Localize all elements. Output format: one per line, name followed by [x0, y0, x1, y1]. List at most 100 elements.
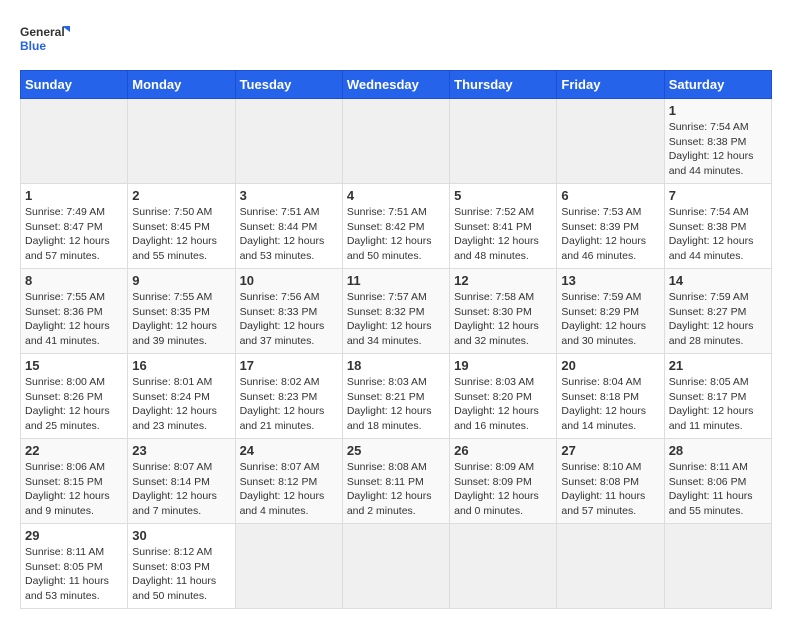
day-number: 1 [669, 103, 767, 118]
day-number: 7 [669, 188, 767, 203]
day-number: 12 [454, 273, 552, 288]
day-number: 30 [132, 528, 230, 543]
calendar-day-cell: 17Sunrise: 8:02 AMSunset: 8:23 PMDayligh… [235, 354, 342, 439]
calendar-day-cell [557, 524, 664, 609]
calendar-day-cell: 16Sunrise: 8:01 AMSunset: 8:24 PMDayligh… [128, 354, 235, 439]
day-number: 5 [454, 188, 552, 203]
day-info: Sunrise: 7:54 AMSunset: 8:38 PMDaylight:… [669, 205, 767, 264]
day-number: 26 [454, 443, 552, 458]
calendar-day-cell: 1Sunrise: 7:49 AMSunset: 8:47 PMDaylight… [21, 184, 128, 269]
calendar-day-cell: 12Sunrise: 7:58 AMSunset: 8:30 PMDayligh… [450, 269, 557, 354]
day-number: 15 [25, 358, 123, 373]
day-info: Sunrise: 7:55 AMSunset: 8:35 PMDaylight:… [132, 290, 230, 349]
calendar-day-cell: 22 Sunrise: 8:06 AMSunset: 8:15 PMDayligh… [21, 439, 128, 524]
day-number: 21 [669, 358, 767, 373]
calendar-day-cell [128, 99, 235, 184]
calendar-day-cell: 18 Sunrise: 8:03 AMSunset: 8:21 PMDayligh… [342, 354, 449, 439]
calendar-day-cell: 13 Sunrise: 7:59 AMSunset: 8:29 PMDayligh… [557, 269, 664, 354]
calendar-day-cell: 2Sunrise: 7:50 AMSunset: 8:45 PMDaylight… [128, 184, 235, 269]
calendar-day-cell: 9Sunrise: 7:55 AMSunset: 8:35 PMDaylight… [128, 269, 235, 354]
calendar-day-cell [450, 99, 557, 184]
calendar-day-cell: 7 Sunrise: 7:54 AMSunset: 8:38 PMDaylight… [664, 184, 771, 269]
calendar-day-cell: 6 Sunrise: 7:53 AMSunset: 8:39 PMDaylight… [557, 184, 664, 269]
calendar-day-cell: 3 Sunrise: 7:51 AMSunset: 8:44 PMDaylight… [235, 184, 342, 269]
day-info: Sunrise: 7:51 AMSunset: 8:42 PMDaylight:… [347, 205, 445, 264]
calendar-day-cell: 24 Sunrise: 8:07 AMSunset: 8:12 PMDayligh… [235, 439, 342, 524]
calendar-week-row: 1Sunrise: 7:49 AMSunset: 8:47 PMDaylight… [21, 184, 772, 269]
day-info: Sunrise: 7:57 AMSunset: 8:32 PMDaylight:… [347, 290, 445, 349]
day-info: Sunrise: 8:05 AMSunset: 8:17 PMDaylight:… [669, 375, 767, 434]
page-header: General Blue [20, 20, 772, 60]
svg-text:Blue: Blue [20, 39, 46, 53]
calendar-day-cell: 28Sunrise: 8:11 AMSunset: 8:06 PMDayligh… [664, 439, 771, 524]
day-info: Sunrise: 7:54 AMSunset: 8:38 PMDaylight:… [669, 120, 767, 179]
weekday-header: Tuesday [235, 71, 342, 99]
day-number: 23 [132, 443, 230, 458]
day-number: 19 [454, 358, 552, 373]
day-number: 4 [347, 188, 445, 203]
day-number: 27 [561, 443, 659, 458]
day-number: 18 [347, 358, 445, 373]
day-number: 8 [25, 273, 123, 288]
calendar-day-cell: 21 Sunrise: 8:05 AMSunset: 8:17 PMDayligh… [664, 354, 771, 439]
calendar-day-cell: 5 Sunrise: 7:52 AMSunset: 8:41 PMDaylight… [450, 184, 557, 269]
day-number: 25 [347, 443, 445, 458]
day-info: Sunrise: 8:12 AMSunset: 8:03 PMDaylight:… [132, 545, 230, 604]
day-info: Sunrise: 7:53 AMSunset: 8:39 PMDaylight:… [561, 205, 659, 264]
day-info: Sunrise: 8:03 AMSunset: 8:20 PMDaylight:… [454, 375, 552, 434]
day-info: Sunrise: 7:49 AMSunset: 8:47 PMDaylight:… [25, 205, 123, 264]
calendar-week-row: 1 Sunrise: 7:54 AMSunset: 8:38 PMDaylight… [21, 99, 772, 184]
day-number: 22 [25, 443, 123, 458]
day-number: 13 [561, 273, 659, 288]
day-number: 6 [561, 188, 659, 203]
calendar-day-cell: 10Sunrise: 7:56 AMSunset: 8:33 PMDayligh… [235, 269, 342, 354]
weekday-header: Wednesday [342, 71, 449, 99]
calendar-day-cell: 4 Sunrise: 7:51 AMSunset: 8:42 PMDaylight… [342, 184, 449, 269]
calendar-day-cell [450, 524, 557, 609]
day-number: 3 [240, 188, 338, 203]
day-info: Sunrise: 8:10 AMSunset: 8:08 PMDaylight:… [561, 460, 659, 519]
day-info: Sunrise: 8:11 AMSunset: 8:05 PMDaylight:… [25, 545, 123, 604]
day-info: Sunrise: 7:50 AMSunset: 8:45 PMDaylight:… [132, 205, 230, 264]
calendar-day-cell: 26Sunrise: 8:09 AMSunset: 8:09 PMDayligh… [450, 439, 557, 524]
calendar-day-cell: 8 Sunrise: 7:55 AMSunset: 8:36 PMDaylight… [21, 269, 128, 354]
calendar-header-row: SundayMondayTuesdayWednesdayThursdayFrid… [21, 71, 772, 99]
day-info: Sunrise: 7:51 AMSunset: 8:44 PMDaylight:… [240, 205, 338, 264]
day-number: 11 [347, 273, 445, 288]
day-number: 24 [240, 443, 338, 458]
day-info: Sunrise: 7:59 AMSunset: 8:27 PMDaylight:… [669, 290, 767, 349]
svg-text:General: General [20, 25, 65, 39]
day-info: Sunrise: 8:07 AMSunset: 8:12 PMDaylight:… [240, 460, 338, 519]
day-number: 20 [561, 358, 659, 373]
day-info: Sunrise: 8:00 AMSunset: 8:26 PMDaylight:… [25, 375, 123, 434]
calendar-week-row: 22 Sunrise: 8:06 AMSunset: 8:15 PMDayligh… [21, 439, 772, 524]
day-info: Sunrise: 7:59 AMSunset: 8:29 PMDaylight:… [561, 290, 659, 349]
day-number: 14 [669, 273, 767, 288]
weekday-header: Saturday [664, 71, 771, 99]
calendar-table: SundayMondayTuesdayWednesdayThursdayFrid… [20, 70, 772, 609]
day-info: Sunrise: 8:03 AMSunset: 8:21 PMDaylight:… [347, 375, 445, 434]
calendar-day-cell: 23 Sunrise: 8:07 AMSunset: 8:14 PMDayligh… [128, 439, 235, 524]
weekday-header: Friday [557, 71, 664, 99]
day-info: Sunrise: 8:08 AMSunset: 8:11 PMDaylight:… [347, 460, 445, 519]
calendar-day-cell: 1 Sunrise: 7:54 AMSunset: 8:38 PMDaylight… [664, 99, 771, 184]
calendar-day-cell: 20Sunrise: 8:04 AMSunset: 8:18 PMDayligh… [557, 354, 664, 439]
calendar-day-cell: 19 Sunrise: 8:03 AMSunset: 8:20 PMDayligh… [450, 354, 557, 439]
day-info: Sunrise: 8:11 AMSunset: 8:06 PMDaylight:… [669, 460, 767, 519]
day-info: Sunrise: 7:52 AMSunset: 8:41 PMDaylight:… [454, 205, 552, 264]
day-info: Sunrise: 8:01 AMSunset: 8:24 PMDaylight:… [132, 375, 230, 434]
calendar-day-cell: 15 Sunrise: 8:00 AMSunset: 8:26 PMDayligh… [21, 354, 128, 439]
day-info: Sunrise: 7:56 AMSunset: 8:33 PMDaylight:… [240, 290, 338, 349]
weekday-header: Sunday [21, 71, 128, 99]
logo-svg: General Blue [20, 20, 70, 60]
calendar-week-row: 8 Sunrise: 7:55 AMSunset: 8:36 PMDaylight… [21, 269, 772, 354]
day-info: Sunrise: 7:55 AMSunset: 8:36 PMDaylight:… [25, 290, 123, 349]
calendar-day-cell [664, 524, 771, 609]
calendar-day-cell [235, 99, 342, 184]
calendar-day-cell [235, 524, 342, 609]
day-info: Sunrise: 8:02 AMSunset: 8:23 PMDaylight:… [240, 375, 338, 434]
day-info: Sunrise: 8:07 AMSunset: 8:14 PMDaylight:… [132, 460, 230, 519]
day-info: Sunrise: 8:06 AMSunset: 8:15 PMDaylight:… [25, 460, 123, 519]
calendar-week-row: 15 Sunrise: 8:00 AMSunset: 8:26 PMDayligh… [21, 354, 772, 439]
calendar-day-cell [21, 99, 128, 184]
